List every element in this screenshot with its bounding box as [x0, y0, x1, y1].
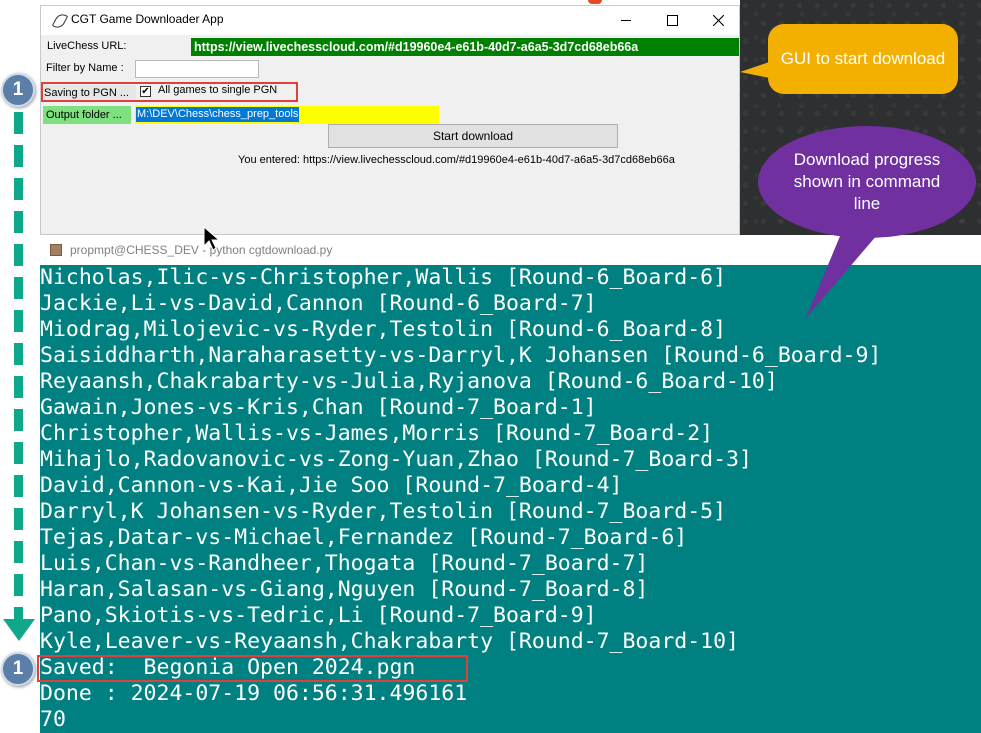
- step-badge-top: 1: [1, 73, 35, 107]
- arrow-dash: [14, 508, 23, 530]
- arrow-dash: [14, 343, 23, 365]
- arrow-dash: [14, 277, 23, 299]
- arrow-dash: [14, 442, 23, 464]
- arrow-dash: [14, 211, 23, 233]
- arrow-dash: [14, 541, 23, 563]
- arrow-dash: [14, 475, 23, 497]
- progress-callout-line: Download progress: [793, 150, 941, 169]
- arrow-dash: [14, 574, 23, 596]
- arrow-dash: [14, 145, 23, 167]
- gui-callout-text: GUI to start download: [780, 49, 946, 68]
- arrow-dash: [14, 112, 23, 134]
- step-badge-bottom: 1: [1, 652, 35, 686]
- progress-callout: Download progress shown in command line: [758, 126, 976, 238]
- callout-pointers: [740, 60, 895, 318]
- arrow-head-icon: [3, 619, 35, 641]
- highlight-box-saved: [37, 655, 468, 682]
- arrow-dash: [14, 178, 23, 200]
- gui-callout: GUI to start download: [768, 24, 958, 94]
- progress-callout-line: line: [853, 194, 881, 213]
- arrow-dash: [14, 409, 23, 431]
- arrow-dash: [14, 310, 23, 332]
- arrow-dash: [14, 376, 23, 398]
- progress-callout-line: shown in command: [793, 172, 941, 191]
- arrow-dash: [14, 244, 23, 266]
